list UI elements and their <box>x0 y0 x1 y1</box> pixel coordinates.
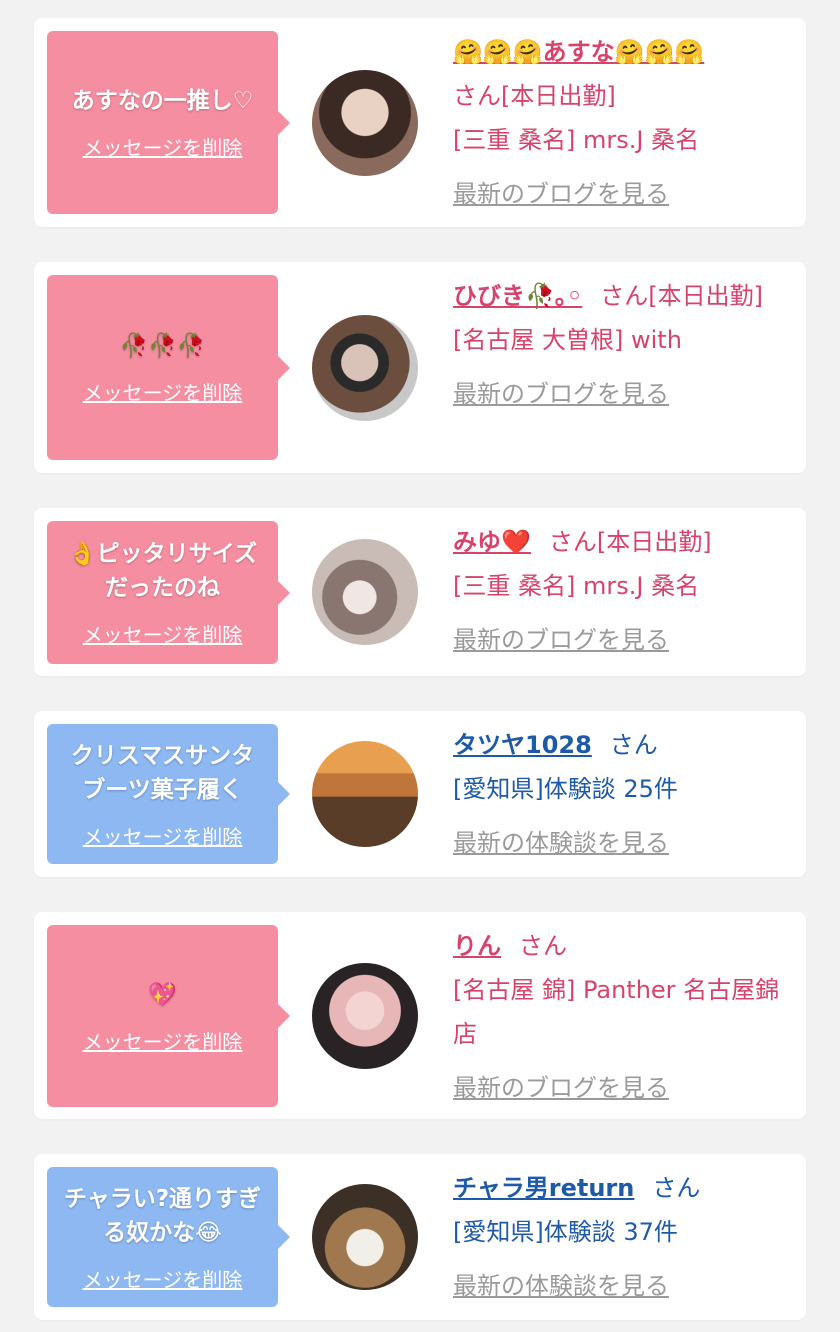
shop-text: [三重 桑名] mrs.J 桑名 <box>453 572 700 600</box>
message-bubble: 👌ピッタリサイズだったのね メッセージを削除 <box>47 521 290 664</box>
profile-info: チャラ男return さん [愛知県]体験談 37件 最新の体験談を見る <box>453 1166 793 1308</box>
delete-message-link[interactable]: メッセージを削除 <box>83 619 243 648</box>
name-emoji: 🤗🤗🤗 <box>453 38 543 66</box>
status-text: さん[本日出勤] <box>453 82 616 110</box>
shop-text: [名古屋 錦] Panther 名古屋錦店 <box>453 976 780 1048</box>
message-text: あすなの一推し♡ <box>71 88 254 114</box>
favorite-card: クリスマスサンタブーツ菓子履く メッセージを削除 タツヤ1028 さん [愛知県]… <box>34 711 806 877</box>
favorite-card: あすなの一推し♡ メッセージを削除 🤗🤗🤗あすな🤗🤗🤗 さん[本日出勤] [三重… <box>34 18 806 227</box>
avatar[interactable] <box>312 741 418 847</box>
latest-blog-link[interactable]: 最新のブログを見る <box>453 172 793 216</box>
status-text: さん <box>519 932 567 960</box>
favorite-card: 👌ピッタリサイズだったのね メッセージを削除 みゆ❤️ さん[本日出勤] [三重 … <box>34 508 806 676</box>
delete-message-link[interactable]: メッセージを削除 <box>83 1026 243 1055</box>
avatar[interactable] <box>312 315 418 421</box>
shop-text: [三重 桑名] mrs.J 桑名 <box>453 126 700 154</box>
profile-name-link[interactable]: ひびき🥀｡◦ <box>453 282 582 310</box>
profile-name-link[interactable]: りん <box>453 932 501 960</box>
message-text: クリスマスサンタブーツ菓子履く <box>70 742 255 803</box>
delete-message-link[interactable]: メッセージを削除 <box>83 821 243 850</box>
latest-review-link[interactable]: 最新の体験談を見る <box>453 821 793 865</box>
message-bubble: チャラい?通りすぎる奴かな😂 メッセージを削除 <box>47 1167 290 1307</box>
favorite-card: チャラい?通りすぎる奴かな😂 メッセージを削除 チャラ男return さん [愛知… <box>34 1154 806 1320</box>
status-text: さん <box>609 731 658 759</box>
message-text: 🥀🥀🥀 <box>119 333 206 359</box>
message-bubble: クリスマスサンタブーツ菓子履く メッセージを削除 <box>47 724 290 864</box>
profile-name-link[interactable]: チャラ男return <box>453 1174 634 1202</box>
message-bubble: 🥀🥀🥀 メッセージを削除 <box>47 275 290 460</box>
latest-review-link[interactable]: 最新の体験談を見る <box>453 1264 793 1308</box>
profile-name-link[interactable]: 🤗🤗🤗あすな🤗🤗🤗 <box>453 38 704 66</box>
profile-name-link[interactable]: タツヤ1028 <box>453 731 592 759</box>
avatar[interactable] <box>312 539 418 645</box>
delete-message-link[interactable]: メッセージを削除 <box>83 377 243 406</box>
message-bubble: あすなの一推し♡ メッセージを削除 <box>47 31 290 214</box>
latest-blog-link[interactable]: 最新のブログを見る <box>453 372 793 416</box>
profile-info: タツヤ1028 さん [愛知県]体験談 25件 最新の体験談を見る <box>453 723 793 865</box>
name-emoji: 🤗🤗🤗 <box>614 38 705 66</box>
message-text: 👌ピッタリサイズだったのね <box>68 541 257 601</box>
avatar[interactable] <box>312 963 418 1069</box>
message-text: 💖 <box>148 981 177 1008</box>
status-text: さん <box>652 1174 701 1202</box>
avatar[interactable] <box>312 1184 418 1290</box>
latest-blog-link[interactable]: 最新のブログを見る <box>453 1066 793 1110</box>
message-text: チャラい?通りすぎる奴かな😂 <box>63 1185 262 1246</box>
favorite-card: 💖 メッセージを削除 りん さん [名古屋 錦] Panther 名古屋錦店 最新… <box>34 912 806 1119</box>
profile-name: あすな <box>542 38 615 66</box>
shop-text: [愛知県]体験談 37件 <box>453 1218 678 1246</box>
shop-text: [名古屋 大曽根] with <box>453 326 682 354</box>
profile-info: 🤗🤗🤗あすな🤗🤗🤗 さん[本日出勤] [三重 桑名] mrs.J 桑名 最新のブ… <box>453 30 793 216</box>
latest-blog-link[interactable]: 最新のブログを見る <box>453 618 793 662</box>
delete-message-link[interactable]: メッセージを削除 <box>83 132 243 161</box>
status-text: さん[本日出勤] <box>548 528 712 556</box>
favorite-card: 🥀🥀🥀 メッセージを削除 ひびき🥀｡◦ さん[本日出勤] [名古屋 大曽根] wi… <box>34 262 806 473</box>
profile-name-link[interactable]: みゆ❤️ <box>453 528 531 556</box>
profile-info: りん さん [名古屋 錦] Panther 名古屋錦店 最新のブログを見る <box>453 924 793 1110</box>
shop-text: [愛知県]体験談 25件 <box>453 775 678 803</box>
avatar[interactable] <box>312 70 418 176</box>
profile-info: みゆ❤️ さん[本日出勤] [三重 桑名] mrs.J 桑名 最新のブログを見る <box>453 520 793 662</box>
delete-message-link[interactable]: メッセージを削除 <box>83 1264 243 1293</box>
message-bubble: 💖 メッセージを削除 <box>47 925 290 1107</box>
status-text: さん[本日出勤] <box>600 282 763 310</box>
profile-info: ひびき🥀｡◦ さん[本日出勤] [名古屋 大曽根] with 最新のブログを見る <box>453 274 793 416</box>
